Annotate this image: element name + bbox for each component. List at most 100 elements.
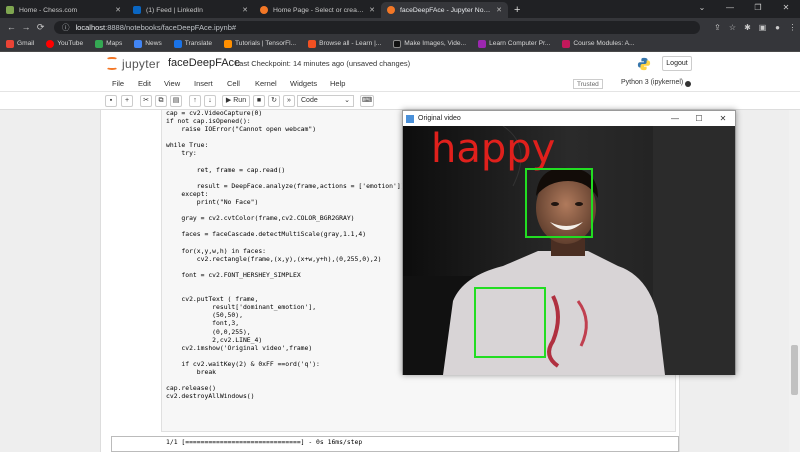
tensorflow-icon xyxy=(224,39,233,48)
move-down-icon[interactable]: ↓ xyxy=(204,95,216,107)
code-line: ret, frame = cap.read() xyxy=(166,165,286,174)
python-icon xyxy=(637,57,651,71)
menu-view[interactable]: View xyxy=(164,79,180,88)
back-icon[interactable]: ← xyxy=(4,22,19,32)
video-window-titlebar[interactable]: Original video — ☐ ✕ xyxy=(403,111,735,126)
bookmark-label: News xyxy=(145,40,162,47)
sidebar-icon[interactable]: ▣ xyxy=(755,23,770,32)
menu-widgets[interactable]: Widgets xyxy=(290,79,317,88)
add-cell-icon[interactable]: + xyxy=(121,95,133,107)
code-line: result = DeepFace.analyze(frame,actions … xyxy=(166,181,405,190)
opencv-video-window[interactable]: Original video — ☐ ✕ happy xyxy=(402,110,736,375)
info-icon[interactable]: ⓘ xyxy=(62,22,70,33)
copy-icon[interactable]: ⧉ xyxy=(155,95,167,107)
unsaved-changes: (unsaved changes) xyxy=(346,59,411,68)
code-editor[interactable]: cap = cv2.VideoCapture(0) if not cap.isOp… xyxy=(166,109,405,400)
menu-insert[interactable]: Insert xyxy=(194,79,213,88)
menu-file[interactable]: File xyxy=(112,79,124,88)
bookmark-tensorflow[interactable]: Tutorials | TensorFl... xyxy=(224,39,296,48)
tab-label: Home Page - Select or create a n xyxy=(273,6,366,14)
keyboard-icon[interactable]: ⌨ xyxy=(360,95,374,107)
kernel-name[interactable]: Python 3 (ipykernel) xyxy=(621,79,683,86)
cut-icon[interactable]: ✂ xyxy=(140,95,152,107)
output-progress: 1/1 [==============================] - 0… xyxy=(166,438,363,446)
paste-icon[interactable]: ▤ xyxy=(170,95,182,107)
bookmark-gmail[interactable]: Gmail xyxy=(6,39,34,48)
bookmark-images[interactable]: Make Images, Vide... xyxy=(393,39,467,48)
code-line: font = cv2.FONT_HERSHEY_SIMPLEX xyxy=(166,270,301,279)
code-line: 2,cv2.LINE_4) xyxy=(166,335,263,344)
star-icon[interactable]: ☆ xyxy=(725,23,740,32)
bookmark-label: YouTube xyxy=(57,40,84,47)
code-line: while True: xyxy=(166,141,209,150)
close-icon[interactable]: ✕ xyxy=(115,6,121,14)
bookmark-learn[interactable]: Browse all - Learn |... xyxy=(308,39,381,48)
close-icon[interactable]: ✕ xyxy=(711,111,735,126)
menu-help[interactable]: Help xyxy=(330,79,345,88)
notebook-menubar: File Edit View Insert Cell Kernel Widget… xyxy=(0,76,800,92)
close-icon[interactable]: ✕ xyxy=(242,6,248,14)
close-icon[interactable]: ✕ xyxy=(496,6,502,14)
tab-linkedin[interactable]: (1) Feed | LinkedIn ✕ xyxy=(127,2,254,18)
jupyter-logo[interactable]: jupyter xyxy=(105,56,160,71)
code-line: cv2.rectangle(frame,(x,y),(x+w,y+h),(0,2… xyxy=(166,254,382,263)
bookmark-learn-computer[interactable]: Learn Computer Pr... xyxy=(478,39,550,48)
code-line: cv2.destroyAllWindows() xyxy=(166,392,255,401)
tab-chess[interactable]: Home - Chess.com ✕ xyxy=(0,2,127,18)
cell-type-select[interactable]: Code ⌄ xyxy=(297,95,354,107)
profile-icon[interactable]: ● xyxy=(770,23,785,32)
close-icon[interactable]: ✕ xyxy=(369,6,375,14)
bookmark-news[interactable]: News xyxy=(134,39,162,48)
logout-button[interactable]: Logout xyxy=(662,56,692,71)
tab-notebook[interactable]: faceDeepFAce - Jupyter Notebook ✕ xyxy=(381,2,508,18)
bookmark-label: Make Images, Vide... xyxy=(404,40,467,47)
link-icon xyxy=(478,39,487,48)
stop-icon[interactable]: ■ xyxy=(253,95,265,107)
run-label: Run xyxy=(233,97,247,104)
tab-label: faceDeepFAce - Jupyter Notebook xyxy=(400,6,492,14)
url-input[interactable]: ⓘ localhost:8888/notebooks/faceDeepFAce.… xyxy=(54,20,700,34)
fast-forward-icon[interactable]: » xyxy=(283,95,295,107)
code-line: cv2.imshow('Original video',frame) xyxy=(166,343,313,352)
menu-cell[interactable]: Cell xyxy=(227,79,240,88)
bookmark-youtube[interactable]: YouTube xyxy=(46,39,84,48)
bookmark-maps[interactable]: Maps xyxy=(95,39,122,48)
youtube-icon xyxy=(46,39,55,48)
minimize-icon[interactable]: — xyxy=(716,0,744,18)
save-icon[interactable]: ▪ xyxy=(105,95,117,107)
bookmark-course-modules[interactable]: Course Modules: A... xyxy=(562,39,635,48)
minimize-icon[interactable]: — xyxy=(663,111,687,126)
run-button[interactable]: ▶ Run xyxy=(222,95,250,107)
news-icon xyxy=(134,39,143,48)
close-icon[interactable]: ✕ xyxy=(772,0,800,18)
tab-label: Home - Chess.com xyxy=(19,6,78,14)
menu-icon[interactable]: ⋮ xyxy=(785,23,800,32)
bookmark-translate[interactable]: Translate xyxy=(173,39,212,48)
address-bar-row: ← → ⟳ ⓘ localhost:8888/notebooks/faceDee… xyxy=(0,18,800,36)
extensions-icon[interactable]: ✱ xyxy=(740,23,755,32)
chevron-down-icon[interactable]: ⌄ xyxy=(688,0,716,18)
new-tab-icon[interactable]: + xyxy=(514,4,520,16)
browser-tab-strip: Home - Chess.com ✕ (1) Feed | LinkedIn ✕ H… xyxy=(0,0,800,18)
page-scrollbar[interactable] xyxy=(789,110,800,452)
reload-icon[interactable]: ⟳ xyxy=(33,22,48,33)
tab-label: (1) Feed | LinkedIn xyxy=(146,6,203,14)
forward-icon[interactable]: → xyxy=(19,22,34,32)
move-up-icon[interactable]: ↑ xyxy=(189,95,201,107)
checkpoint-text: Last Checkpoint: 14 minutes ago xyxy=(235,59,345,68)
trusted-badge[interactable]: Trusted xyxy=(573,79,603,89)
share-icon[interactable]: ⇪ xyxy=(710,23,725,32)
tab-jupyter-home[interactable]: Home Page - Select or create a n ✕ xyxy=(254,2,381,18)
maximize-icon[interactable]: ❐ xyxy=(744,0,772,18)
menu-kernel[interactable]: Kernel xyxy=(255,79,277,88)
maximize-icon[interactable]: ☐ xyxy=(687,111,711,126)
scrollbar-thumb[interactable] xyxy=(791,345,798,395)
menu-edit[interactable]: Edit xyxy=(138,79,151,88)
restart-icon[interactable]: ↻ xyxy=(268,95,280,107)
notebook-name[interactable]: faceDeepFAce xyxy=(168,57,240,69)
